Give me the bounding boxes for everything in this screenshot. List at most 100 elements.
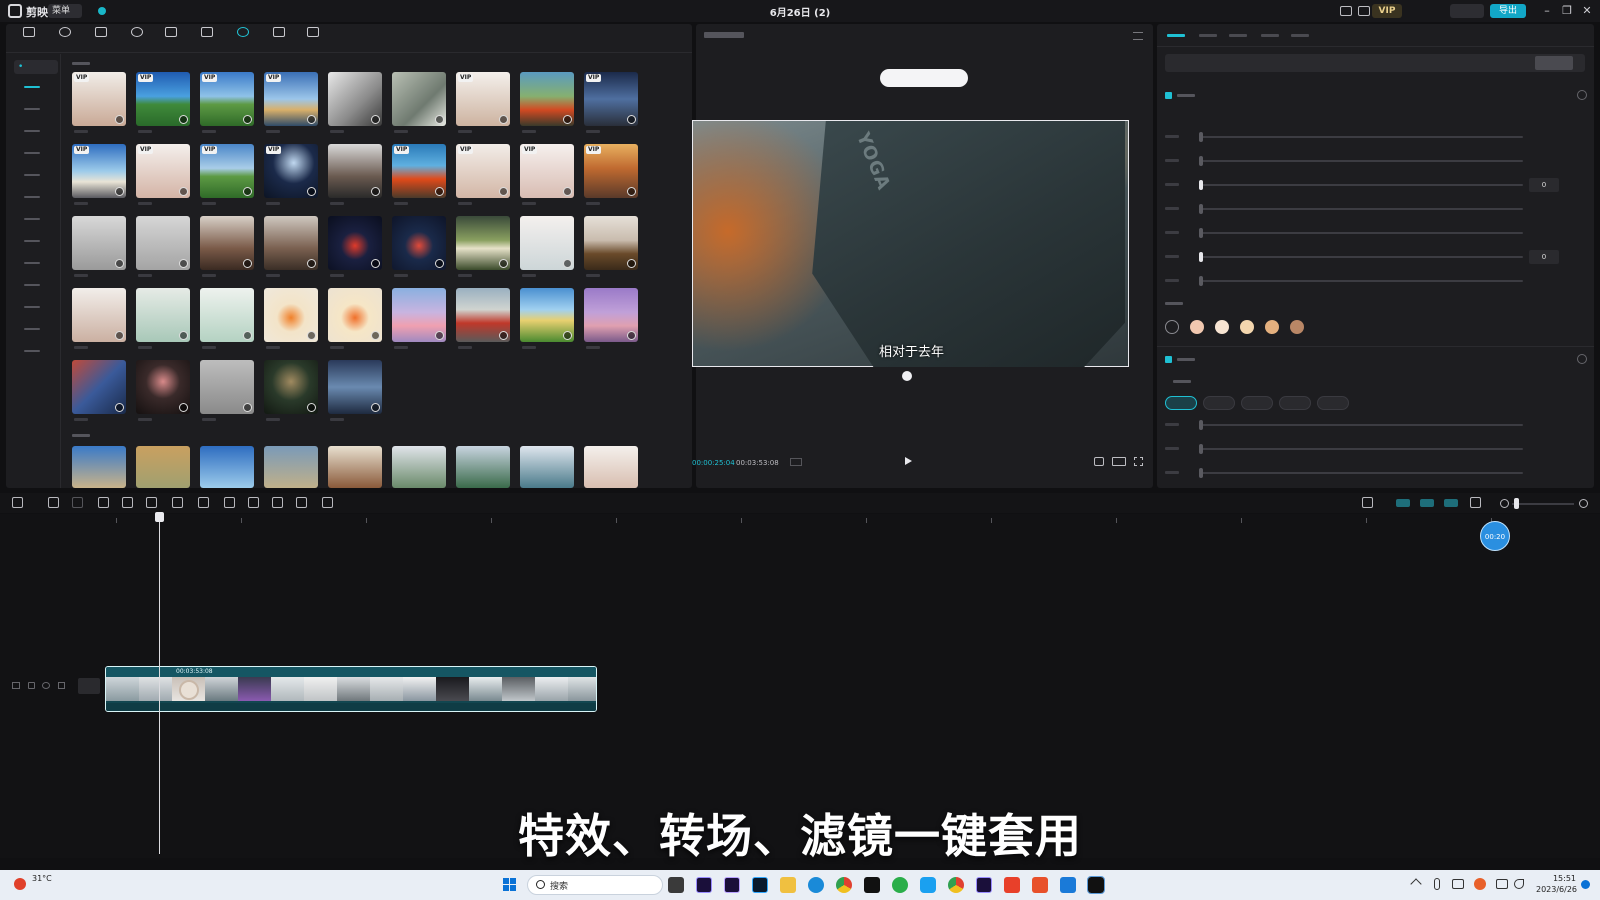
filter-thumbnail[interactable] [584,216,638,270]
beauty-slider[interactable] [1165,204,1585,214]
export-button[interactable]: 导出 [1490,4,1526,18]
filter-thumbnail[interactable] [456,446,510,488]
filter-thumbnail[interactable] [328,216,382,270]
filter-category[interactable] [6,102,60,116]
split-screen-icon[interactable] [1470,497,1481,508]
playhead-handle[interactable] [155,512,164,522]
chrome-icon[interactable] [948,877,964,893]
timecode-format-icon[interactable] [790,458,802,466]
skin-tone-swatch[interactable] [1215,320,1229,334]
filter-category[interactable] [6,146,60,160]
filter-thumbnail[interactable] [392,288,446,342]
screenshot-icon[interactable] [1094,457,1104,466]
file-explorer-icon[interactable] [780,877,796,893]
microphone-tray-icon[interactable] [1434,878,1440,890]
tray-app-icon[interactable] [1474,878,1486,890]
reshape-checkbox[interactable] [1165,356,1172,363]
filter-thumbnail[interactable] [72,446,126,488]
beauty-slider[interactable] [1165,156,1585,166]
capcut-icon[interactable] [864,877,880,893]
wps-office-icon[interactable] [1032,877,1048,893]
filter-category[interactable] [6,256,60,270]
premiere-icon[interactable] [696,877,712,893]
track-hide-icon[interactable] [12,682,20,689]
beauty-slider[interactable] [1165,228,1585,238]
time-ruler[interactable] [104,514,1600,526]
filter-thumbnail[interactable] [456,216,510,270]
filter-thumbnail[interactable]: VIP [136,144,190,198]
track-lock-icon[interactable] [28,682,35,689]
zoom-slider[interactable] [1512,503,1574,505]
close-icon[interactable]: ✕ [1580,4,1594,18]
filter-thumbnail[interactable]: VIP [520,144,574,198]
trim-left-icon[interactable] [122,497,133,508]
network-icon[interactable] [1496,879,1508,889]
filter-category[interactable] [6,124,60,138]
shortcut-icon[interactable] [1358,6,1370,16]
reshape-slider[interactable] [1165,444,1585,454]
tab-effects[interactable] [156,26,186,48]
mirror-icon[interactable] [248,497,259,508]
zoom-slider-knob[interactable] [1514,498,1519,509]
start-button[interactable] [503,878,517,892]
tab-text[interactable] [86,26,116,48]
volume-icon[interactable] [1514,879,1524,889]
tab-templates[interactable] [298,26,328,48]
microphone-icon[interactable] [1362,497,1373,508]
tab-audio[interactable] [1199,34,1217,37]
filter-thumbnail[interactable]: VIP [584,72,638,126]
tab-transitions[interactable] [192,26,222,48]
track-visibility-icon[interactable] [42,682,50,689]
filter-thumbnail[interactable] [392,72,446,126]
filter-thumbnail[interactable]: VIP [264,144,318,198]
filter-category[interactable] [6,190,60,204]
filter-thumbnail[interactable]: VIP [264,72,318,126]
after-effects-icon[interactable] [724,877,740,893]
task-view-icon[interactable] [668,877,684,893]
beauty-slider[interactable]: 0 [1165,250,1585,264]
skin-tone-swatch[interactable] [1290,320,1304,334]
filter-thumbnail[interactable] [136,288,190,342]
chrome-icon[interactable] [836,877,852,893]
filter-thumbnail[interactable] [136,446,190,488]
reshape-chip[interactable] [1241,396,1273,410]
filter-thumbnail[interactable]: VIP [200,72,254,126]
skin-tone-swatch[interactable] [1190,320,1204,334]
filter-thumbnail[interactable]: VIP [584,144,638,198]
filter-thumbnail[interactable] [200,216,254,270]
subtitle-caption[interactable]: 相对于去年 [693,341,1130,360]
filter-thumbnail[interactable] [200,360,254,414]
player-menu-icon[interactable] [1133,32,1143,40]
video-preview[interactable]: YOGA 相对于去年 [692,120,1129,367]
tab-filters[interactable] [228,26,258,48]
zoom-in-icon[interactable] [1579,499,1588,508]
split-icon[interactable] [98,497,109,508]
filter-category[interactable] [6,322,60,336]
beauty-slider[interactable] [1165,132,1585,142]
beauty-slider[interactable]: 0 [1165,178,1585,192]
undo-icon[interactable] [48,497,59,508]
filter-thumbnail[interactable]: VIP [200,144,254,198]
filter-thumbnail[interactable] [136,216,190,270]
reshape-chip[interactable] [1279,396,1311,410]
tray-expand-icon[interactable] [1410,878,1422,890]
skin-tone-none[interactable] [1165,320,1179,334]
beauty-slider[interactable] [1165,276,1585,286]
filter-thumbnail[interactable] [584,446,638,488]
notification-icon[interactable] [1581,880,1590,889]
reverse-icon[interactable] [224,497,235,508]
filter-thumbnail[interactable] [200,446,254,488]
tab-adjust[interactable] [264,26,294,48]
filter-thumbnail[interactable] [264,288,318,342]
play-button[interactable] [905,457,912,465]
filter-thumbnail[interactable] [200,288,254,342]
filter-thumbnail[interactable] [520,446,574,488]
subtab-active[interactable] [1535,56,1573,70]
rotate-icon[interactable] [272,497,283,508]
clock[interactable]: 15:51 2023/6/26 [1536,873,1577,895]
media-encoder-icon[interactable] [976,877,992,893]
reshape-chip[interactable] [1317,396,1349,410]
smart-frame-icon[interactable] [322,497,333,508]
aspect-ratio-button[interactable] [1112,457,1126,466]
filter-thumbnail[interactable] [136,360,190,414]
